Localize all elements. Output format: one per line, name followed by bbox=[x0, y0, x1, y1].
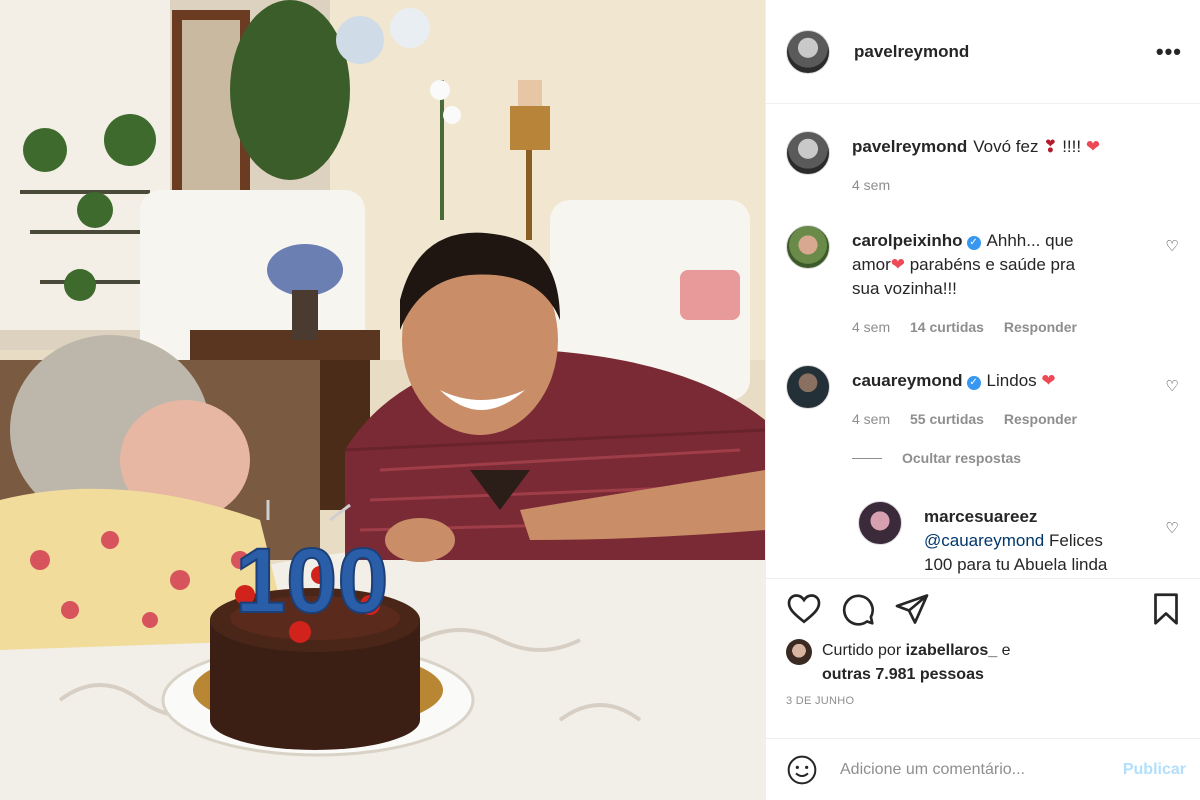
photo-illustration: 100 bbox=[0, 0, 765, 800]
author-username[interactable]: pavelreymond bbox=[854, 42, 969, 62]
like-comment-heart-icon[interactable]: ♡ bbox=[1164, 237, 1180, 255]
like-reply-heart-icon[interactable]: ♡ bbox=[1164, 519, 1180, 537]
commenter-avatar[interactable] bbox=[786, 365, 830, 409]
caption-row: pavelreymond Vovó fez ❣ !!!! ❤ 4 sem bbox=[786, 131, 1180, 201]
caption-body: pavelreymond Vovó fez ❣ !!!! ❤ 4 sem bbox=[852, 135, 1140, 197]
comment-row: carolpeixinho ✓ Ahhh... que amor❤ parabéns… bbox=[786, 225, 1180, 335]
like-heart-icon[interactable] bbox=[786, 591, 822, 627]
emoji-smiley-icon[interactable] bbox=[786, 754, 818, 786]
comments-list[interactable]: pavelreymond Vovó fez ❣ !!!! ❤ 4 sem caro… bbox=[766, 105, 1200, 577]
liked-by-text: Curtido por izabellaros_ e outras 7.981 … bbox=[822, 639, 1011, 687]
comment-bubble-icon[interactable] bbox=[840, 591, 876, 627]
reply-text-2: 100 para tu Abuela linda bbox=[924, 555, 1108, 574]
post-actions: Curtido por izabellaros_ e outras 7.981 … bbox=[766, 578, 1200, 707]
post-header: pavelreymond ••• bbox=[766, 0, 1200, 104]
share-paper-plane-icon[interactable] bbox=[894, 591, 930, 627]
comment-text-1: Ahhh... que bbox=[986, 231, 1074, 250]
action-bar bbox=[766, 579, 1200, 639]
post-sidebar: pavelreymond ••• pavelreymond Vovó fez ❣ … bbox=[765, 0, 1200, 800]
post-date[interactable]: 3 DE JUNHO bbox=[766, 695, 1200, 707]
publish-button[interactable]: Publicar bbox=[1123, 761, 1186, 779]
post-container: 100 pavelreymond ••• pavelreymond Vovó fe… bbox=[0, 0, 1200, 800]
caption-text: Vovó fez bbox=[973, 137, 1039, 156]
comment-body: cauareymond ✓ Lindos ❤ 4 sem 55 curtidas R… bbox=[852, 369, 1140, 431]
author-avatar[interactable] bbox=[786, 29, 830, 74]
comment-text-3: parabéns e saúde pra bbox=[909, 255, 1076, 274]
liked-by-user[interactable]: izabellaros_ bbox=[906, 642, 998, 659]
comment-username[interactable]: carolpeixinho bbox=[852, 231, 963, 250]
comment-input[interactable] bbox=[838, 759, 1123, 780]
add-comment-bar: Publicar bbox=[766, 738, 1200, 800]
divider-line bbox=[852, 457, 882, 459]
comment-meta: 4 sem 55 curtidas Responder bbox=[852, 407, 1140, 431]
liked-by-others[interactable]: outras 7.981 pessoas bbox=[822, 666, 984, 683]
caption-time[interactable]: 4 sem bbox=[852, 177, 890, 193]
liked-by: Curtido por izabellaros_ e outras 7.981 … bbox=[766, 639, 1200, 687]
liker-avatar[interactable] bbox=[786, 639, 812, 665]
verified-badge-icon: ✓ bbox=[966, 376, 981, 390]
red-heart-icon: ❤ bbox=[1085, 137, 1101, 156]
more-options-icon[interactable]: ••• bbox=[1156, 39, 1182, 65]
comment-meta: 4 sem 14 curtidas Responder bbox=[852, 315, 1140, 339]
reply-body: marcesuareez @cauareymond Felices 100 pa… bbox=[924, 505, 1140, 577]
reply-username[interactable]: marcesuareez bbox=[924, 507, 1037, 526]
reply-button[interactable]: Responder bbox=[1004, 411, 1077, 427]
candle-number: 100 bbox=[235, 530, 389, 632]
comment-time[interactable]: 4 sem bbox=[852, 411, 890, 427]
liked-by-conj: e bbox=[1001, 642, 1011, 659]
comment-likes[interactable]: 14 curtidas bbox=[910, 319, 984, 335]
hide-replies-button[interactable]: Ocultar respostas bbox=[852, 450, 1021, 466]
comment-text: Lindos bbox=[986, 371, 1037, 390]
post-photo[interactable]: 100 bbox=[0, 0, 765, 800]
liked-by-prefix: Curtido por bbox=[822, 642, 902, 659]
like-comment-heart-icon[interactable]: ♡ bbox=[1164, 377, 1180, 395]
caption-trail: !!!! bbox=[1062, 137, 1082, 156]
comment-body: carolpeixinho ✓ Ahhh... que amor❤ parabéns… bbox=[852, 229, 1140, 339]
reply-mention[interactable]: @cauareymond bbox=[924, 531, 1044, 550]
hide-replies-label: Ocultar respostas bbox=[902, 450, 1022, 466]
verified-badge-icon: ✓ bbox=[966, 236, 981, 250]
reply-avatar[interactable] bbox=[858, 501, 902, 545]
caption-meta: 4 sem bbox=[852, 173, 1140, 197]
comment-likes[interactable]: 55 curtidas bbox=[910, 411, 984, 427]
commenter-avatar[interactable] bbox=[786, 225, 830, 269]
red-heart-icon: ❤ bbox=[1041, 371, 1056, 390]
comment-row: cauareymond ✓ Lindos ❤ 4 sem 55 curtidas R… bbox=[786, 365, 1180, 435]
reply-text-1: Felices bbox=[1049, 531, 1103, 550]
save-bookmark-icon[interactable] bbox=[1148, 591, 1184, 627]
comment-text-2: amor bbox=[852, 255, 891, 274]
comment-time[interactable]: 4 sem bbox=[852, 319, 890, 335]
comment-username[interactable]: cauareymond bbox=[852, 371, 963, 390]
comment-text-4: sua vozinha!!! bbox=[852, 279, 957, 298]
red-heart-icon: ❤ bbox=[890, 255, 905, 274]
reply-row: marcesuareez @cauareymond Felices 100 pa… bbox=[858, 501, 1180, 577]
reply-button[interactable]: Responder bbox=[1004, 319, 1077, 335]
caption-avatar[interactable] bbox=[786, 131, 830, 175]
caption-username[interactable]: pavelreymond bbox=[852, 137, 967, 156]
emoji-icon: ❣ bbox=[1043, 137, 1058, 156]
